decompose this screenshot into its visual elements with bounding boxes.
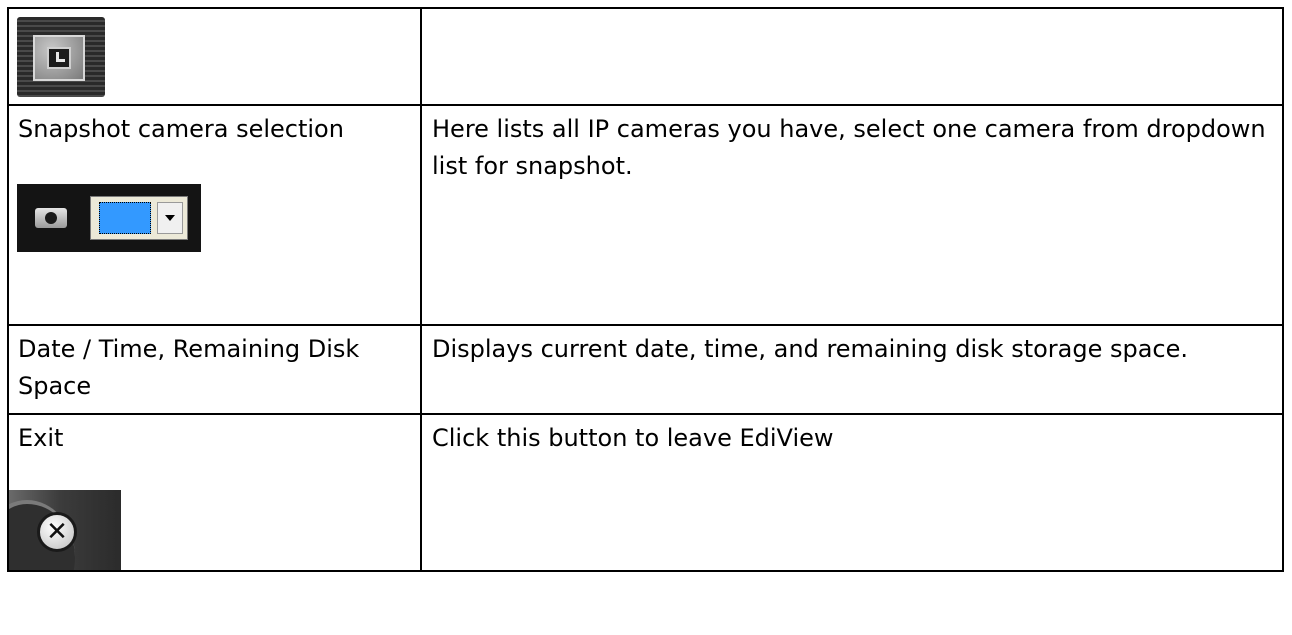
row-description [422, 9, 1282, 14]
table-row: Snapshot camera selection Here lists all… [7, 104, 1284, 326]
table-cell-right: Click this button to leave EdiView [420, 413, 1284, 572]
table-cell-right [420, 7, 1284, 106]
row-description: Click this button to leave EdiView [432, 424, 834, 452]
table-cell-left: Exit ✕ [7, 413, 422, 572]
table-cell-left: Snapshot camera selection [7, 104, 422, 326]
camera-dropdown-icon [17, 184, 201, 252]
exit-icon: ✕ [9, 490, 121, 570]
clock-icon [17, 17, 105, 97]
table-cell-right: Here lists all IP cameras you have, sele… [420, 104, 1284, 326]
table-row: Date / Time, Remaining Disk Space Displa… [7, 324, 1284, 415]
selected-camera-swatch [99, 202, 151, 234]
table-cell-right: Displays current date, time, and remaini… [420, 324, 1284, 415]
row-label: Date / Time, Remaining Disk Space [18, 335, 360, 400]
table-cell-left [7, 7, 422, 106]
table-row [7, 7, 1284, 106]
row-label: Snapshot camera selection [18, 115, 344, 143]
row-description: Displays current date, time, and remaini… [432, 335, 1189, 363]
row-description: Here lists all IP cameras you have, sele… [432, 115, 1266, 180]
camera-select-dropdown [90, 196, 188, 240]
feature-table: Snapshot camera selection Here lists all… [7, 7, 1284, 572]
table-cell-left: Date / Time, Remaining Disk Space [7, 324, 422, 415]
chevron-down-icon [165, 215, 175, 221]
row-label: Exit [18, 424, 64, 452]
close-icon: ✕ [37, 512, 77, 552]
dropdown-button [157, 202, 183, 234]
table-row: Exit ✕ Click this button to leave EdiVie… [7, 413, 1284, 572]
